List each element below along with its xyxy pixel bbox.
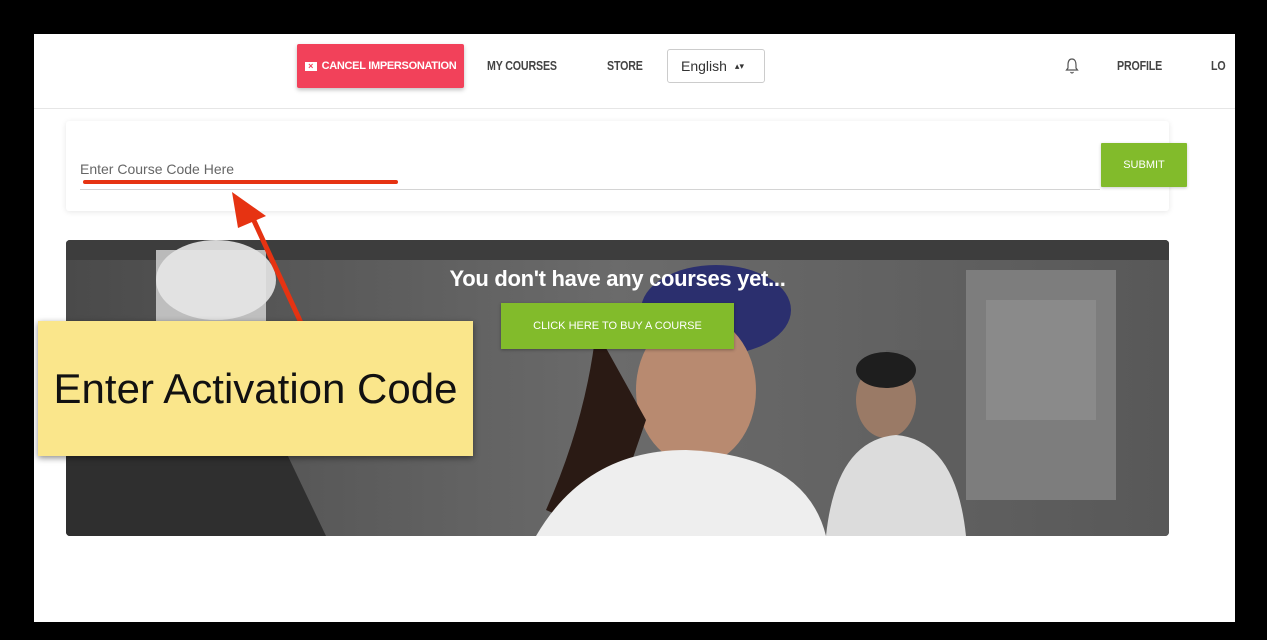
callout-text: Enter Activation Code <box>53 364 458 412</box>
annotation-arrow <box>232 192 305 328</box>
activation-code-callout: Enter Activation Code <box>38 321 473 456</box>
